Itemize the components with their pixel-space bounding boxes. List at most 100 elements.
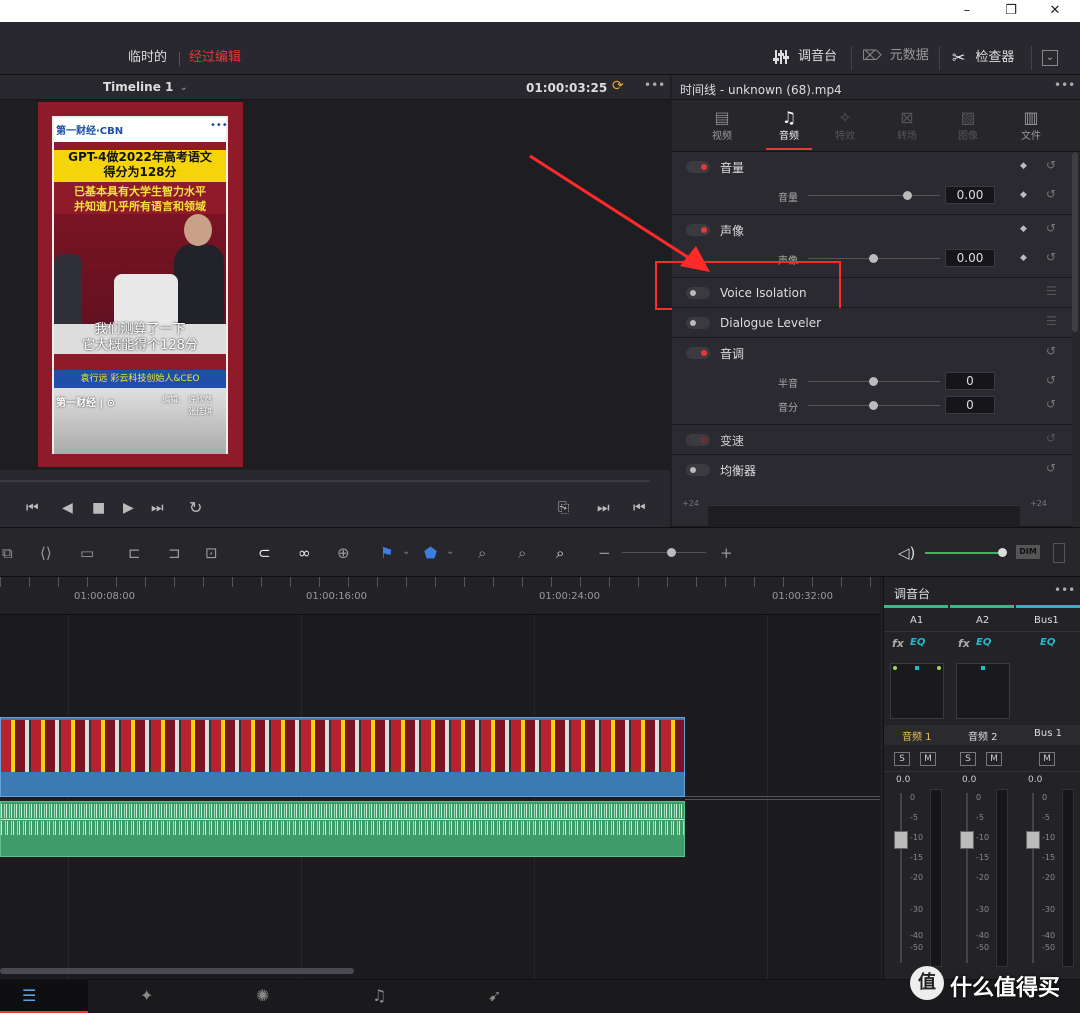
mute-button[interactable]: M [1039,752,1055,766]
lock-icon[interactable]: ⊕ [337,544,350,562]
tab-image[interactable]: ▨ 图像 [948,108,988,142]
inspector-scrollbar[interactable] [1072,152,1078,332]
timeline-scrollbar[interactable] [0,968,354,974]
scrub-bar[interactable] [0,480,650,482]
dynamic-trim-icon[interactable]: ⟨⟩ [40,544,52,562]
pan-graph-a1[interactable] [890,663,944,719]
reverse-icon[interactable]: ◀ [62,500,73,516]
fader-knob[interactable] [1026,831,1040,849]
volume-slider[interactable] [808,195,940,196]
zoom-slider-knob[interactable] [667,548,676,557]
tab-audio[interactable]: ♫ 音频 [766,108,812,150]
volume-bar[interactable] [925,552,1001,554]
skip-start-icon[interactable]: ⏮ [26,500,39,516]
mixer-more-button[interactable]: ••• [1054,583,1075,597]
chevron-down-icon[interactable]: ⌄ [446,546,454,557]
zoom-slider[interactable] [622,552,706,553]
marker-icon[interactable]: ⬟ [424,544,437,562]
volume-bar-knob[interactable] [998,548,1007,557]
reset-icon[interactable]: ↺ [1046,461,1056,475]
settings-icon[interactable]: ☰ [1046,314,1057,328]
inspector-toggle[interactable]: ✂ 检查器 [952,48,1014,67]
reset-icon[interactable]: ↺ [1046,187,1056,201]
loop-icon[interactable]: ↻ [189,498,202,517]
solo-button[interactable]: S [960,752,976,766]
timeline-selector[interactable]: Timeline 1 ⌄ [103,80,188,94]
pan-value[interactable]: 0.00 [945,249,995,267]
metadata-toggle[interactable]: ⌦ 元数据 [862,48,929,64]
play-icon[interactable]: ▶ [123,500,134,516]
color-page-icon[interactable]: ✺ [256,986,269,1005]
minimize-button[interactable]: – [956,2,978,20]
volume-value[interactable]: 0.00 [945,186,995,204]
fx-button[interactable]: fx [892,637,904,650]
flag-icon[interactable]: ⚑ [380,544,393,562]
prev-clip-icon[interactable]: ⏮ [633,500,646,516]
fader-knob[interactable] [894,831,908,849]
video-clip[interactable] [0,717,685,797]
reset-icon[interactable]: ↺ [1046,158,1056,172]
reset-icon[interactable]: ↺ [1046,344,1056,358]
page-edit[interactable]: ☰ [0,980,88,1013]
insert-icon[interactable]: ⊏ [128,544,141,562]
tab-effects[interactable]: ✧ 特效 [825,108,865,142]
reset-icon[interactable]: ↺ [1046,373,1056,387]
dialogue-leveler-toggle[interactable] [686,317,710,329]
speaker-icon[interactable]: ◁) [898,544,915,562]
cents-slider-knob[interactable] [869,401,878,410]
skip-end-icon[interactable]: ⏭ [151,500,164,516]
zoom-custom-icon[interactable]: ⌕ [556,544,564,562]
meter-toggle[interactable] [1053,543,1065,563]
chevron-down-icon[interactable]: ⌄ [402,546,410,557]
zoom-out-icon[interactable]: − [598,544,611,562]
tab-transition[interactable]: ⊠ 转场 [887,108,927,142]
snapping-icon[interactable]: ⊂ [258,544,271,562]
expand-icon[interactable]: ⌄ [1042,50,1058,66]
replace-icon[interactable]: ⊡ [205,544,218,562]
close-button[interactable]: ✕ [1044,2,1066,20]
audio-clip[interactable] [0,801,685,857]
eq-button[interactable]: EQ [976,637,991,648]
fader-knob[interactable] [960,831,974,849]
mute-button[interactable]: M [986,752,1002,766]
volume-slider-knob[interactable] [903,191,912,200]
keyframe-icon[interactable]: ◆ [1020,190,1027,200]
fusion-page-icon[interactable]: ✦ [140,986,153,1005]
maximize-button[interactable]: ❐ [1000,2,1022,20]
reset-icon[interactable]: ↺ [1046,250,1056,264]
overwrite-icon[interactable]: ⊐ [168,544,181,562]
eq-graph[interactable] [708,505,1020,527]
settings-icon[interactable]: ☰ [1046,284,1057,298]
keyframe-icon[interactable]: ◆ [1020,253,1027,263]
trim-icon[interactable]: ⧉ [2,544,13,562]
tab-video[interactable]: ▤ 视频 [702,108,742,142]
pan-graph-a2[interactable] [956,663,1010,719]
inspector-more-button[interactable]: ••• [1054,78,1075,92]
link-icon[interactable]: ∞ [298,544,311,562]
cents-value[interactable]: 0 [945,396,995,414]
zoom-in-icon[interactable]: + [720,544,733,562]
keyframe-icon[interactable]: ◆ [1020,224,1027,234]
semitones-slider-knob[interactable] [869,377,878,386]
playhead-sync-icon[interactable]: ⟳ [612,78,624,94]
reset-icon[interactable]: ↺ [1046,431,1056,445]
zoom-detail-icon[interactable]: ⌕ [518,544,526,562]
fx-button[interactable]: fx [958,637,970,650]
blade-icon[interactable]: ▭ [80,544,94,562]
eq-button[interactable]: EQ [910,637,925,648]
pan-slider-knob[interactable] [869,254,878,263]
mixer-toggle[interactable]: 调音台 [772,48,837,66]
match-frame-icon[interactable]: ⎘ [558,500,569,516]
viewer-more-button[interactable]: ••• [644,78,665,92]
tab-file[interactable]: ▥ 文件 [1011,108,1051,142]
speed-toggle[interactable] [686,434,710,446]
eq-button[interactable]: EQ [1040,637,1055,648]
dim-button[interactable]: DIM [1016,545,1040,559]
timeline-ruler[interactable]: 01:00:08:00 01:00:16:00 01:00:24:00 01:0… [0,577,880,615]
keyframe-icon[interactable]: ◆ [1020,161,1027,171]
reset-icon[interactable]: ↺ [1046,397,1056,411]
semitones-value[interactable]: 0 [945,372,995,390]
pitch-toggle[interactable] [686,347,710,359]
reset-icon[interactable]: ↺ [1046,221,1056,235]
solo-button[interactable]: S [894,752,910,766]
